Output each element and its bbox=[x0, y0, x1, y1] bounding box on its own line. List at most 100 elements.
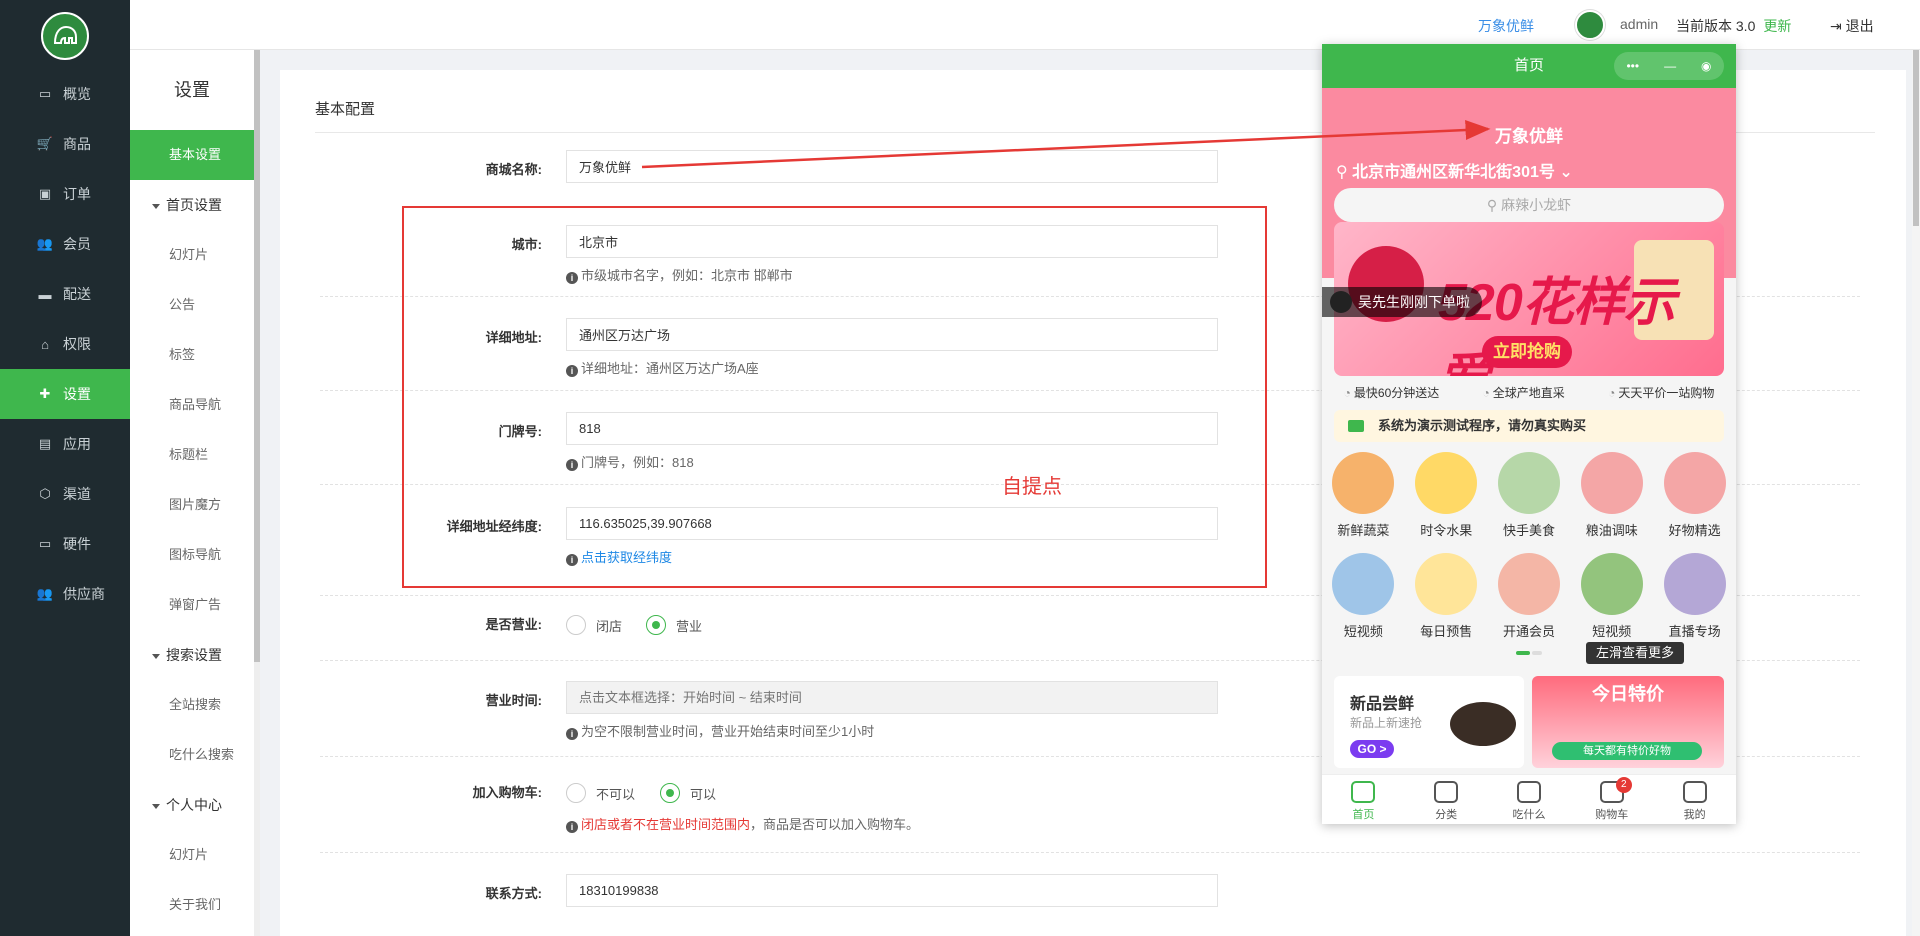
new-card-go-button[interactable]: GO > bbox=[1350, 740, 1394, 758]
service-badge: 天天平价一站购物 bbox=[1608, 384, 1714, 401]
category-item[interactable]: 直播专场 bbox=[1653, 553, 1736, 640]
category-label: 短视频 bbox=[1592, 624, 1632, 639]
radio-circle-selected[interactable] bbox=[646, 615, 666, 635]
more-icon[interactable]: ••• bbox=[1626, 52, 1639, 80]
page-scrollbar[interactable] bbox=[1912, 50, 1920, 936]
radio-circle[interactable] bbox=[566, 783, 586, 803]
minimize-icon[interactable]: — bbox=[1664, 52, 1676, 80]
category-item[interactable]: 快手美食 bbox=[1488, 452, 1571, 539]
category-item[interactable]: 每日预售 bbox=[1405, 553, 1488, 640]
subnav-group[interactable]: 搜索设置 bbox=[130, 630, 254, 680]
tab-2[interactable]: 吃什么 bbox=[1499, 775, 1559, 824]
shop-name-input[interactable] bbox=[566, 150, 1218, 183]
service-badge: 最快60分钟送达 bbox=[1344, 384, 1439, 401]
hours-input[interactable] bbox=[566, 681, 1218, 714]
location-pin-icon: ⚲ bbox=[1336, 164, 1353, 181]
subnav-item[interactable]: 标签 bbox=[130, 330, 254, 380]
page-scrollbar-thumb[interactable] bbox=[1913, 50, 1919, 226]
subnav-list: 基本设置 首页设置 幻灯片 公告 标签 商品导航 标题栏 图片魔方 图标导航 弹窗广告 搜索设置 全站… bbox=[130, 130, 254, 930]
radio-cart-yes[interactable]: 可以 bbox=[660, 783, 716, 803]
nav-item-8[interactable]: ⬡ 渠道 bbox=[0, 469, 130, 519]
daily-deal-card[interactable]: 今日特价 每天都有特价好物 bbox=[1532, 676, 1724, 768]
nav-item-2[interactable]: ▣ 订单 bbox=[0, 169, 130, 219]
subnav-item[interactable]: 公告 bbox=[130, 280, 254, 330]
subnav-item[interactable]: 幻灯片 bbox=[130, 830, 254, 880]
nav-item-4[interactable]: ▬ 配送 bbox=[0, 269, 130, 319]
category-item[interactable]: 开通会员 bbox=[1488, 553, 1571, 640]
category-item[interactable]: 粮油调味 bbox=[1570, 452, 1653, 539]
subnav-group[interactable]: 首页设置 bbox=[130, 180, 254, 230]
subnav-item[interactable]: 全站搜索 bbox=[130, 680, 254, 730]
category-image bbox=[1663, 553, 1726, 615]
nav-item-7[interactable]: ▤ 应用 bbox=[0, 419, 130, 469]
caret-down-icon bbox=[152, 653, 160, 659]
hours-tip-text: 为空不限制营业时间，营业开始结束时间至少1小时 bbox=[581, 724, 875, 739]
nav-item-0[interactable]: ▭ 概览 bbox=[0, 69, 130, 119]
nav-item-5[interactable]: ⌂ 权限 bbox=[0, 319, 130, 369]
close-icon[interactable]: ◉ bbox=[1701, 52, 1711, 80]
subnav-item[interactable]: 基本设置 bbox=[130, 130, 254, 180]
subnav-item[interactable]: 图标导航 bbox=[130, 530, 254, 580]
version-info: 当前版本 3.0 更新 bbox=[1676, 16, 1791, 36]
tab-3[interactable]: 2 购物车 bbox=[1582, 775, 1642, 824]
radio-closed[interactable]: 闭店 bbox=[566, 615, 622, 635]
category-image bbox=[1497, 452, 1560, 514]
preview-search[interactable]: ⚲ 麻辣小龙虾 bbox=[1334, 188, 1724, 222]
chevron-down-icon: ⌄ bbox=[1554, 164, 1573, 181]
preview-search-placeholder: 麻辣小龙虾 bbox=[1501, 197, 1572, 213]
subnav-label: 图标导航 bbox=[169, 547, 222, 562]
subnav-scrollbar[interactable] bbox=[254, 50, 260, 936]
update-link[interactable]: 更新 bbox=[1763, 18, 1791, 34]
category-image bbox=[1663, 452, 1726, 514]
category-label: 好物精选 bbox=[1668, 523, 1721, 538]
category-image bbox=[1580, 553, 1643, 615]
subnav-label: 吃什么搜索 bbox=[169, 747, 235, 762]
contact-input[interactable] bbox=[566, 874, 1218, 907]
subnav-scrollbar-thumb[interactable] bbox=[254, 50, 260, 662]
preview-shop-name: 万象优鲜 bbox=[1495, 127, 1563, 146]
radio-cart-no[interactable]: 不可以 bbox=[566, 783, 635, 803]
avatar[interactable] bbox=[1575, 10, 1605, 40]
username[interactable]: admin bbox=[1620, 16, 1658, 32]
nav-item-3[interactable]: 👥 会员 bbox=[0, 219, 130, 269]
tab-1[interactable]: 分类 bbox=[1416, 775, 1476, 824]
category-item[interactable]: 新鲜蔬菜 bbox=[1322, 452, 1405, 539]
radio-circle[interactable] bbox=[566, 615, 586, 635]
category-item[interactable]: 短视频 bbox=[1570, 553, 1653, 640]
subnav-item[interactable]: 幻灯片 bbox=[130, 230, 254, 280]
category-item[interactable]: 时令水果 bbox=[1405, 452, 1488, 539]
nav-item-1[interactable]: 🛒 商品 bbox=[0, 119, 130, 169]
category-label: 开通会员 bbox=[1502, 624, 1555, 639]
tab-4[interactable]: 我的 bbox=[1665, 775, 1725, 824]
nav-item-6[interactable]: ✚ 设置 bbox=[0, 369, 130, 419]
radio-open[interactable]: 营业 bbox=[646, 615, 702, 635]
category-label: 短视频 bbox=[1343, 624, 1383, 639]
banner-buy-button[interactable]: 立即抢购 bbox=[1482, 336, 1572, 368]
subnav-item[interactable]: 标题栏 bbox=[130, 430, 254, 480]
nav-item-9[interactable]: ▭ 硬件 bbox=[0, 519, 130, 569]
subnav-label: 商品导航 bbox=[169, 397, 222, 412]
sale-card-title: 今日特价 bbox=[1592, 684, 1664, 704]
header-brand-link[interactable]: 万象优鲜 bbox=[1478, 16, 1534, 36]
subnav-label: 标签 bbox=[169, 347, 196, 362]
new-products-card[interactable]: 新品尝鲜 新品上新速抢 GO > bbox=[1334, 676, 1524, 768]
preview-location[interactable]: ⚲ 北京市通州区新华北街301号 ⌄ bbox=[1336, 158, 1573, 182]
subnav-item[interactable]: 弹窗广告 bbox=[130, 580, 254, 630]
subnav-item[interactable]: 商品导航 bbox=[130, 380, 254, 430]
subnav-group[interactable]: 个人中心 bbox=[130, 780, 254, 830]
new-card-subtitle: 新品上新速抢 bbox=[1350, 716, 1423, 730]
subnav-item[interactable]: 图片魔方 bbox=[130, 480, 254, 530]
category-item[interactable]: 好物精选 bbox=[1653, 452, 1736, 539]
subnav-item[interactable]: 关于我们 bbox=[130, 880, 254, 930]
tab-0[interactable]: 首页 bbox=[1333, 775, 1393, 824]
radio-circle-selected[interactable] bbox=[660, 783, 680, 803]
elephant-icon bbox=[53, 25, 77, 44]
logout-button[interactable]: ⇥ 退出 bbox=[1830, 16, 1874, 36]
subnav-label: 全站搜索 bbox=[169, 697, 222, 712]
category-item[interactable]: 短视频 bbox=[1322, 553, 1405, 640]
brand-logo[interactable] bbox=[41, 12, 89, 60]
subnav-item[interactable]: 吃什么搜索 bbox=[130, 730, 254, 780]
subnav-label: 图片魔方 bbox=[169, 497, 222, 512]
nav-item-10[interactable]: 👥 供应商 bbox=[0, 569, 130, 619]
speaker-icon bbox=[1348, 420, 1364, 432]
